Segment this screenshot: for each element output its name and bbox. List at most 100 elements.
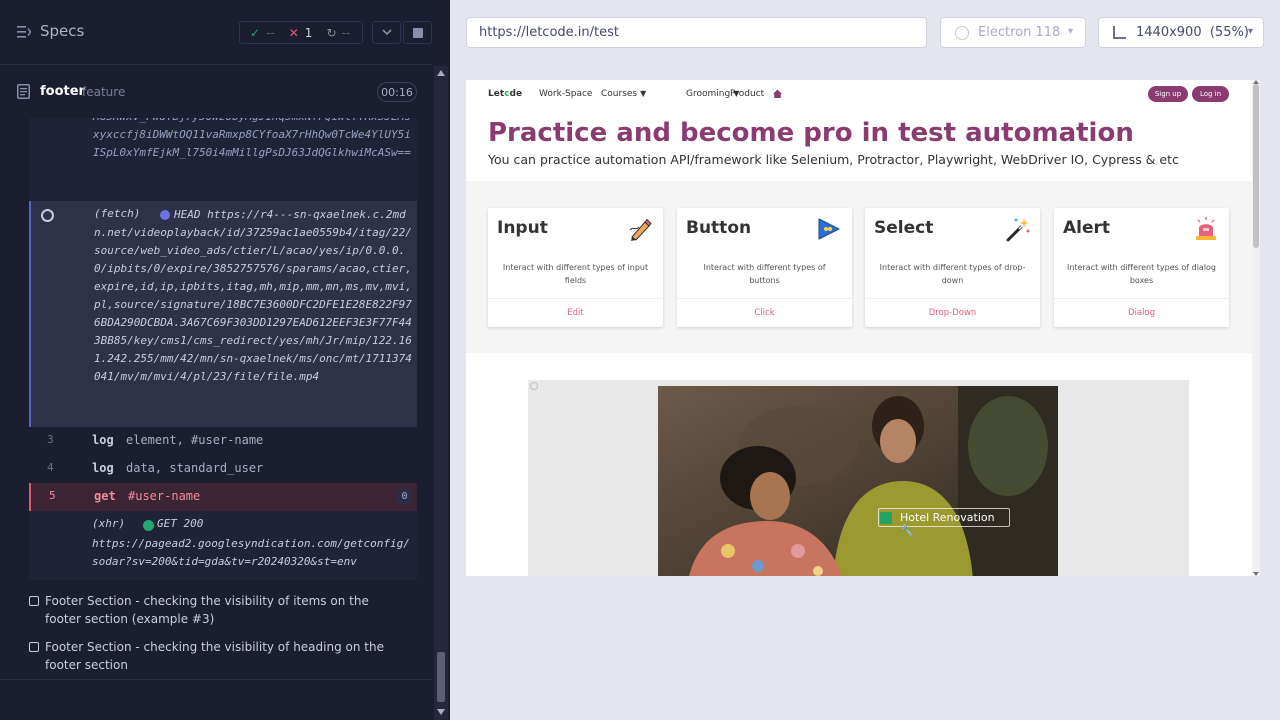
card-action-link[interactable]: Dialog: [1054, 298, 1229, 327]
scrollbar-thumb[interactable]: [437, 652, 445, 702]
stop-icon: [412, 27, 423, 38]
home-icon[interactable]: [772, 88, 783, 99]
fetch-request-entry[interactable]: (fetch) HEAD https://r4---sn-qxaelnek.c.…: [29, 201, 417, 427]
browser-name: Electron 118: [978, 25, 1061, 40]
card-description: Interact with different types of drop-do…: [879, 263, 1026, 285]
scrollbar-thumb[interactable]: [1253, 84, 1259, 248]
command-row[interactable]: 3 log element, #user-name: [29, 427, 417, 455]
card-button: Button Interact with different types of …: [677, 208, 852, 327]
chevron-down-icon: ▾: [1247, 26, 1253, 37]
document-icon: [17, 84, 30, 99]
card-description: Interact with different types of dialog …: [1066, 263, 1217, 285]
signup-button[interactable]: Sign up: [1148, 86, 1188, 102]
spreadsheet-icon: [880, 512, 892, 524]
siren-icon: [1196, 217, 1216, 240]
aut-url-bar[interactable]: https://letcode.in/test: [466, 17, 927, 48]
reporter-scrollbar[interactable]: [434, 66, 448, 720]
divider: [0, 679, 432, 680]
command-name: log: [92, 461, 114, 475]
command-message: element, #user-name: [126, 433, 264, 447]
electron-icon: [955, 26, 969, 40]
failed-count: 1: [304, 25, 313, 40]
card-title: Button: [686, 218, 752, 238]
command-message: #user-name: [128, 489, 201, 503]
browser-selector[interactable]: Electron 118 ▾: [940, 17, 1086, 48]
spec-extension: feature: [82, 85, 126, 99]
card-title: Alert: [1063, 218, 1111, 238]
request-status-dot: [143, 520, 154, 531]
spec-timer: 00:16: [377, 82, 417, 102]
spec-file-row: footer feature 00:16: [0, 66, 432, 118]
hamburger-menu-icon[interactable]: [17, 26, 31, 38]
chevron-down-icon: ▾: [1067, 26, 1073, 37]
aut-iframe: Letcde Work-Space Courses ▼ Grooming ▼ Pro…: [466, 80, 1260, 576]
command-name: log: [92, 433, 114, 447]
checkbox-icon: [29, 642, 39, 652]
site-logo[interactable]: Letcde: [488, 89, 522, 99]
reporter-panel: Specs ✓ -- ✕ 1 ↻ -- footer feature 00:16…: [0, 0, 450, 720]
passed-count: --: [266, 25, 275, 40]
checkbox-icon: [29, 596, 39, 606]
nav-product[interactable]: Product: [730, 89, 764, 99]
chevron-down-icon: ▼: [640, 89, 647, 98]
test-title: Footer Section - checking the visibility…: [45, 594, 369, 626]
command-log-entry[interactable]: AGSKWxV_FWuYBj7y3OWzUbyMgJ1hq5mxNfFQiWlT…: [29, 118, 417, 201]
pending-icon: ↻: [326, 25, 337, 40]
x-icon: ✕: [288, 25, 299, 40]
login-button[interactable]: Log in: [1192, 86, 1229, 102]
magic-wand-icon: [1006, 218, 1030, 242]
card-action-link[interactable]: Click: [677, 298, 852, 327]
specs-title[interactable]: Specs: [40, 22, 84, 40]
fetch-url: HEAD https://r4---sn-qxaelnek.c.2mdn.net…: [94, 208, 412, 383]
command-message: data, standard_user: [126, 461, 264, 475]
aut-scrollbar[interactable]: [1252, 80, 1260, 576]
card-description: Interact with different types of buttons: [703, 263, 826, 285]
xhr-url: https://pagead2.googlesyndication.com/ge…: [92, 537, 410, 568]
nav-courses[interactable]: Courses ▼: [601, 89, 646, 99]
command-number: 3: [47, 433, 54, 446]
loading-spinner-icon: [41, 209, 54, 222]
viewport-selector[interactable]: 1440x900 (55%) ▾: [1098, 17, 1264, 48]
xhr-status: GET 200: [157, 517, 204, 530]
video-player[interactable]: Hotel Renovation 🔧: [658, 386, 1058, 576]
card-title: Select: [874, 218, 934, 238]
viewport-size: 1440x900 (55%): [1136, 25, 1249, 40]
specs-header: Specs ✓ -- ✕ 1 ↻ --: [0, 0, 432, 65]
check-icon: ✓: [250, 25, 261, 40]
command-number: 4: [47, 461, 54, 474]
ruler-icon: [1113, 26, 1126, 39]
request-url-fragment: AGSKWxV_FWuYBj7y3OWzUbyMgJ1hq5mxNfFQiWlT…: [93, 118, 411, 159]
stop-button[interactable]: [403, 21, 432, 44]
spec-name: footer: [40, 84, 85, 99]
hero-title: Practice and become pro in test automati…: [488, 118, 1134, 148]
test-title: Footer Section - checking the visibility…: [45, 640, 384, 672]
expand-button[interactable]: [372, 21, 401, 44]
card-input: Input Interact with different types of i…: [488, 208, 663, 327]
failed-command-row[interactable]: 5 get #user-name 0: [29, 483, 417, 511]
pencil-icon: [629, 218, 652, 241]
element-count-badge: 0: [398, 489, 411, 504]
cards-section: Input Interact with different types of i…: [466, 181, 1252, 353]
video-frame: [658, 386, 1058, 576]
command-number: 5: [49, 489, 56, 502]
nav-workspace[interactable]: Work-Space: [539, 89, 592, 99]
scroll-down-icon[interactable]: [1253, 572, 1259, 576]
info-icon[interactable]: [530, 382, 538, 390]
play-button-icon: [818, 218, 840, 240]
card-alert: Alert Interact with different types of d…: [1054, 208, 1229, 327]
card-description: Interact with different types of input f…: [502, 263, 649, 285]
card-action-link[interactable]: Edit: [488, 298, 663, 327]
xhr-label: (xhr): [92, 517, 126, 530]
chevron-down-icon: [381, 29, 392, 36]
card-action-link[interactable]: Drop-Down: [865, 298, 1040, 327]
video-overlay-tag: Hotel Renovation 🔧: [878, 508, 1010, 537]
scroll-up-icon[interactable]: [437, 70, 445, 76]
card-select: Select Interact with different types of …: [865, 208, 1040, 327]
hero-subtitle: You can practice automation API/framewor…: [488, 152, 1179, 167]
card-title: Input: [497, 218, 548, 238]
command-row[interactable]: 4 log data, standard_user: [29, 455, 417, 483]
scroll-down-icon[interactable]: [437, 709, 445, 715]
xhr-request-entry[interactable]: (xhr) GET 200 https://pagead2.googlesynd…: [29, 511, 417, 580]
run-stats: ✓ -- ✕ 1 ↻ --: [239, 21, 363, 44]
video-ad[interactable]: Hotel Renovation 🔧: [528, 380, 1189, 576]
